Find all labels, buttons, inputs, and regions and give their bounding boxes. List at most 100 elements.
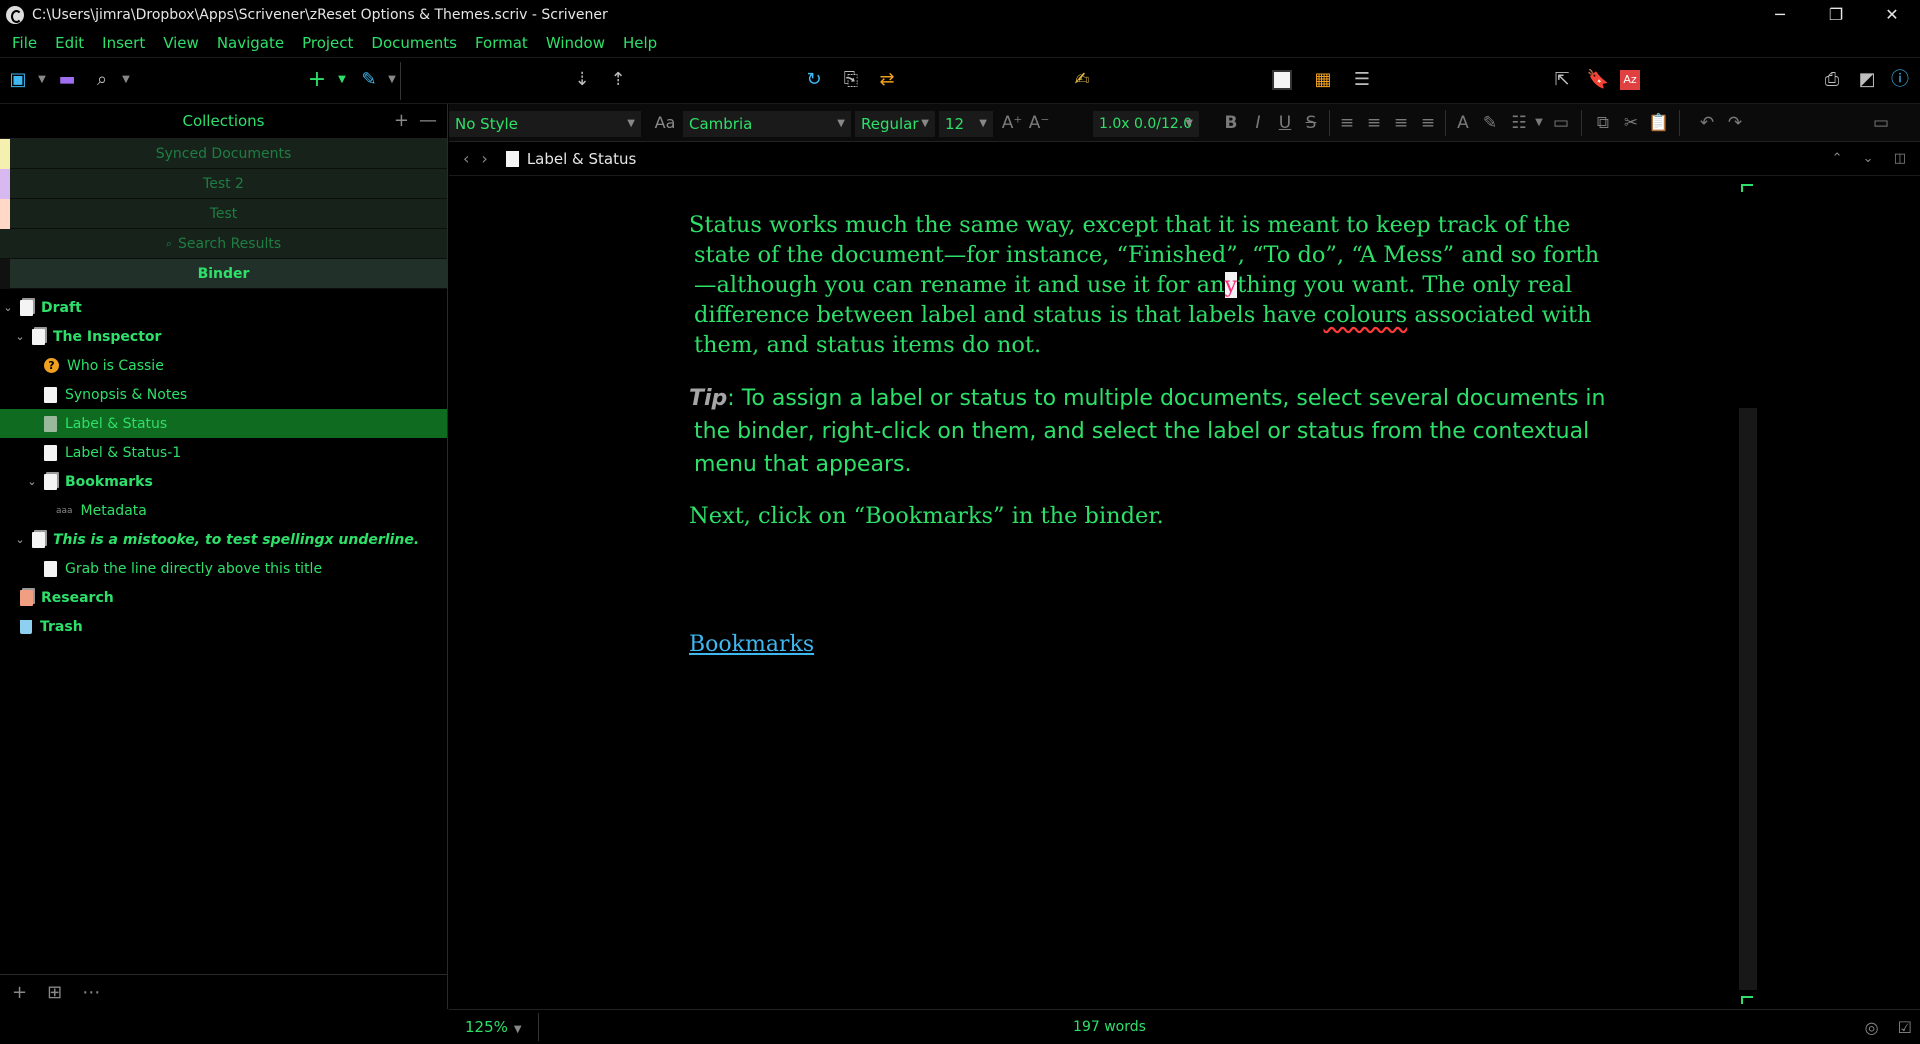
close-button[interactable]: ✕ [1864,0,1920,29]
composition-mode-icon[interactable]: ✍ [1070,68,1094,92]
cut-icon[interactable]: ✂ [1619,111,1643,135]
minimize-button[interactable]: ─ [1752,0,1808,29]
menu-insert[interactable]: Insert [102,34,145,52]
underline-icon[interactable]: U [1273,111,1297,135]
checkbox-icon[interactable]: ☑ [1898,1018,1912,1037]
add-document-icon[interactable]: + [305,68,329,92]
redo-icon[interactable]: ↷ [1723,111,1747,135]
list-dropdown-icon[interactable]: ▼ [1527,111,1551,135]
italic-icon[interactable]: I [1246,111,1270,135]
menu-documents[interactable]: Documents [371,34,457,52]
collection-tab-test2[interactable]: Test 2 [0,169,447,199]
copy-icon[interactable]: ⧉ [1591,111,1615,135]
binder-item-label-status[interactable]: Label & Status [0,409,447,438]
collection-tab-synced[interactable]: Synced Documents [0,139,447,169]
comment-icon[interactable]: ▭ [1549,111,1573,135]
styles-panel-icon[interactable]: Aa [653,111,677,135]
attachment-icon[interactable]: ✎ [357,68,381,92]
paragraph-style-select[interactable]: No Style ▼ [449,111,641,137]
menu-file[interactable]: File [12,34,37,52]
menu-format[interactable]: Format [475,34,528,52]
binder-item-label-status-1[interactable]: Label & Status-1 [0,438,447,467]
collection-tab-binder[interactable]: Binder [0,259,447,289]
menu-edit[interactable]: Edit [55,34,84,52]
menu-navigate[interactable]: Navigate [217,34,284,52]
compare-icon[interactable]: ⇄ [875,68,899,92]
back-arrow-icon[interactable]: ‹ [463,149,469,168]
binder-item-the-inspector[interactable]: ⌄ The Inspector [0,322,447,351]
add-document-dropdown-icon[interactable]: ▼ [330,68,354,92]
decrease-font-icon[interactable]: A⁻ [1027,111,1051,135]
increase-font-icon[interactable]: A⁺ [1000,111,1024,135]
menu-window[interactable]: Window [546,34,605,52]
chevron-down-icon[interactable]: ⌄ [1863,151,1874,166]
paragraph-tip[interactable]: Tip: To assign a label or status to mult… [689,382,1609,481]
binder-item-grab-the-line[interactable]: Grab the line directly above this title [0,554,447,583]
collection-tab-test[interactable]: Test [0,199,447,229]
binder-item-mistooke[interactable]: ⌄ This is a mistooke, to test spellingx … [0,525,447,554]
menu-view[interactable]: View [163,34,199,52]
binder-item-metadata[interactable]: aaa Metadata [0,496,447,525]
strikethrough-icon[interactable]: S [1299,111,1323,135]
outline-view-icon[interactable]: ☰ [1350,68,1374,92]
bookmarks-link[interactable]: Bookmarks [689,632,814,657]
chevron-down-icon[interactable]: ⌄ [14,533,26,546]
editor-page[interactable]: Status works much the same way, except t… [689,210,1609,531]
search-icon[interactable]: ⌕ [90,68,114,92]
align-center-icon[interactable]: ≡ [1362,111,1386,135]
binder-item-synopsis-notes[interactable]: Synopsis & Notes [0,380,447,409]
view-layout-icon[interactable]: ▣ [6,68,30,92]
restore-button[interactable]: ❐ [1808,0,1864,29]
chevron-down-icon[interactable]: ⌄ [2,301,14,314]
collection-tab-search-results[interactable]: ⌕ Search Results [0,229,447,259]
align-left-icon[interactable]: ≡ [1335,111,1359,135]
paste-icon[interactable]: 📋 [1647,111,1671,135]
highlight-icon[interactable]: ✎ [1478,111,1502,135]
print-icon[interactable]: ⎙ [1820,68,1844,92]
editor-area[interactable]: Status works much the same way, except t… [449,176,1920,1009]
editor-scrollbar[interactable] [1739,408,1757,990]
add-collection-button[interactable]: + [394,110,409,131]
sync-icon[interactable]: ↻ [802,68,826,92]
forward-arrow-icon[interactable]: › [481,149,487,168]
menu-help[interactable]: Help [623,34,657,52]
more-options-icon[interactable]: ⋯ [82,982,100,1003]
font-weight-select[interactable]: Regular ▼ [855,111,935,137]
paragraph-next[interactable]: Next, click on “Bookmarks” in the binder… [689,501,1609,531]
search-dropdown-icon[interactable]: ▼ [114,68,138,92]
quickref-icon[interactable]: ▬ [55,68,79,92]
chevron-down-icon[interactable]: ⌄ [14,330,26,343]
binder-item-draft[interactable]: ⌄ Draft [0,293,447,322]
add-item-icon[interactable]: + [12,982,27,1003]
binder-item-trash[interactable]: Trash [0,612,447,641]
snapshot-icon[interactable]: ⎘ [839,68,863,92]
remove-collection-button[interactable]: — [419,110,437,131]
binder-item-research[interactable]: Research [0,583,447,612]
misspelled-word[interactable]: colours [1324,302,1408,328]
font-family-select[interactable]: Cambria ▼ [683,111,851,137]
sort-down-icon[interactable]: ⇣ [570,68,594,92]
align-justify-icon[interactable]: ≡ [1389,111,1413,135]
paragraph-status[interactable]: Status works much the same way, except t… [689,210,1609,360]
bookmark-icon[interactable]: 🔖 [1586,68,1610,92]
split-editor-icon[interactable]: ◫ [1894,151,1906,166]
scrivenings-view-icon[interactable] [1272,70,1292,90]
view-layout-dropdown-icon[interactable]: ▼ [30,68,54,92]
line-spacing-select[interactable]: 1.0x 0.0/12.0 ▼ [1093,111,1199,137]
editor-doc-title[interactable]: Label & Status [527,150,637,168]
inspector-info-icon[interactable]: ⓘ [1888,68,1912,92]
font-size-select[interactable]: 12 ▼ [939,111,993,137]
undo-icon[interactable]: ↶ [1695,111,1719,135]
chevron-up-icon[interactable]: ⌃ [1832,151,1843,166]
sort-up-icon[interactable]: ⇡ [606,68,630,92]
bold-icon[interactable]: B [1219,111,1243,135]
spellcheck-icon[interactable]: Az [1620,70,1640,90]
target-icon[interactable]: ◎ [1865,1018,1879,1037]
inspector-notes-icon[interactable]: ◩ [1855,68,1879,92]
word-count[interactable]: 197 words [449,1019,1770,1035]
text-color-icon[interactable]: A [1451,111,1475,135]
ruler-icon[interactable]: ▭ [1869,111,1893,135]
share-icon[interactable]: ⇱ [1550,68,1574,92]
binder-item-who-is-cassie[interactable]: ? Who is Cassie [0,351,447,380]
chevron-down-icon[interactable]: ⌄ [26,475,38,488]
